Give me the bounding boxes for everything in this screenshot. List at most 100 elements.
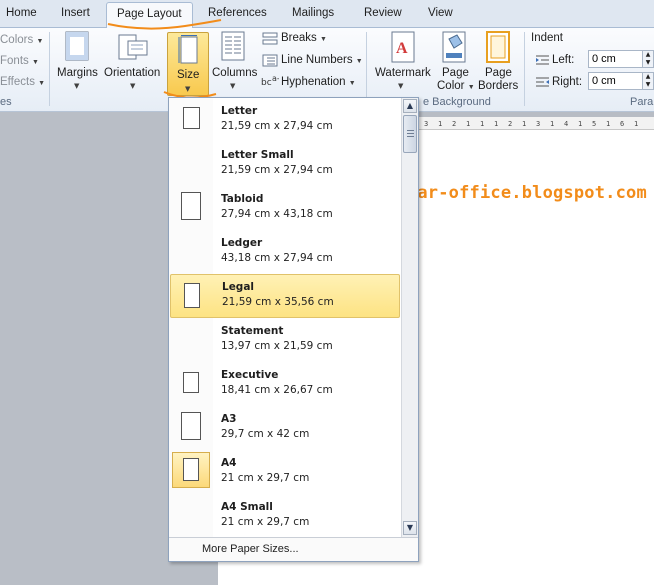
- breaks-icon: [262, 32, 278, 45]
- paper-size-dropdown: Letter 21,59 cm x 27,94 cm Letter Small …: [168, 97, 419, 562]
- ribbon-tab-bar: Home Insert Page Layout References Maili…: [0, 0, 654, 29]
- watermark-icon: A: [391, 31, 415, 63]
- paper-size-name: Executive: [221, 369, 279, 381]
- paper-icon: [183, 107, 200, 129]
- tab-view[interactable]: View: [428, 7, 453, 19]
- ruler-tick: 1: [550, 120, 555, 128]
- indent-right-label: Right:: [552, 76, 583, 88]
- indent-right-icon: [536, 77, 549, 87]
- theme-effects-button[interactable]: Effects ▼: [0, 76, 45, 88]
- margins-button[interactable]: Margins: [57, 67, 98, 79]
- theme-colors-button[interactable]: Colors ▼: [0, 34, 43, 46]
- paper-size-name: Letter: [221, 105, 258, 117]
- indent-right-spinner[interactable]: ▲ ▼: [642, 72, 654, 90]
- size-icon: [178, 35, 198, 64]
- themes-group-label: es: [0, 96, 12, 108]
- paper-size-name: Legal: [222, 281, 255, 293]
- paper-size-a4-small[interactable]: A4 Small 21 cm x 29,7 cm: [169, 494, 402, 538]
- breaks-button[interactable]: Breaks ▼: [281, 32, 327, 44]
- paper-size-name: Statement: [221, 325, 284, 337]
- menu-scrollbar[interactable]: ▲ ▼: [401, 98, 418, 537]
- svg-text:bc: bc: [261, 78, 272, 88]
- paper-size-name: Tabloid: [221, 193, 264, 205]
- indent-left-icon: [536, 55, 549, 65]
- scrollbar-thumb[interactable]: [403, 115, 417, 153]
- paper-size-name: A3: [221, 413, 237, 425]
- tab-mailings[interactable]: Mailings: [292, 7, 334, 19]
- tab-home[interactable]: Home: [6, 7, 37, 19]
- page-color-icon: [442, 31, 466, 63]
- paper-size-legal[interactable]: Legal 21,59 cm x 35,56 cm: [170, 274, 400, 318]
- columns-button[interactable]: Columns: [212, 67, 257, 79]
- ruler-tick: 1: [494, 120, 499, 128]
- paper-size-tabloid[interactable]: Tabloid 27,94 cm x 43,18 cm: [169, 186, 402, 230]
- ruler-tick: 6: [620, 120, 625, 128]
- paper-size-dims: 27,94 cm x 43,18 cm: [221, 208, 333, 220]
- ruler-tick: 1: [522, 120, 527, 128]
- paper-size-dims: 21,59 cm x 27,94 cm: [221, 164, 333, 176]
- tab-review[interactable]: Review: [364, 7, 402, 19]
- ruler-tick: 2: [508, 120, 513, 128]
- hyphenation-button[interactable]: Hyphenation ▼: [281, 76, 356, 88]
- paper-icon: [183, 458, 199, 481]
- theme-fonts-button[interactable]: Fonts ▼: [0, 55, 39, 67]
- svg-text:A: A: [396, 40, 408, 57]
- paper-size-dims: 21,59 cm x 27,94 cm: [221, 120, 333, 132]
- chevron-down-icon: ▼: [130, 82, 136, 90]
- paper-size-statement[interactable]: Statement 13,97 cm x 21,59 cm: [169, 318, 402, 362]
- chevron-down-icon: ▼: [398, 82, 404, 90]
- paper-size-letter-small[interactable]: Letter Small 21,59 cm x 27,94 cm: [169, 142, 402, 186]
- paper-size-a3[interactable]: A3 29,7 cm x 42 cm: [169, 406, 402, 450]
- paper-icon: [181, 412, 201, 440]
- page-color-button[interactable]: Page: [442, 67, 469, 79]
- paper-size-letter[interactable]: Letter 21,59 cm x 27,94 cm: [169, 98, 402, 142]
- ruler-tick: 4: [564, 120, 569, 128]
- page-borders-button[interactable]: Page: [485, 67, 512, 79]
- ruler-tick: 1: [438, 120, 443, 128]
- ruler-tick: 1: [606, 120, 611, 128]
- margins-icon: [65, 31, 89, 61]
- horizontal-ruler[interactable]: 3 1 2 1 1 1 2 1 3 1 4 1 5 1 6 1: [418, 117, 654, 130]
- page-background-group-label: e Background: [423, 96, 491, 108]
- annotation-underline-tab: [107, 19, 222, 30]
- line-numbers-icon: [262, 54, 278, 67]
- chevron-down-icon: ▼: [74, 82, 80, 90]
- menu-footer: More Paper Sizes...: [169, 537, 418, 561]
- paper-icon: [181, 192, 201, 220]
- columns-icon: [221, 31, 245, 61]
- page-borders-icon: [486, 31, 510, 63]
- paper-size-dims: 21 cm x 29,7 cm: [221, 516, 310, 528]
- scroll-up-icon[interactable]: ▲: [403, 99, 417, 113]
- paper-size-dims: 21 cm x 29,7 cm: [221, 472, 310, 484]
- more-paper-sizes-button[interactable]: More Paper Sizes...: [202, 543, 299, 555]
- indent-title: Indent: [531, 32, 563, 44]
- page-color-label: Color ▼: [437, 80, 475, 92]
- tab-insert[interactable]: Insert: [61, 7, 90, 19]
- watermark-button[interactable]: Watermark: [375, 67, 431, 79]
- paper-size-a4[interactable]: A4 21 cm x 29,7 cm: [169, 450, 402, 494]
- paper-size-name: A4 Small: [221, 501, 273, 513]
- paper-size-dims: 13,97 cm x 21,59 cm: [221, 340, 333, 352]
- paper-size-dims: 43,18 cm x 27,94 cm: [221, 252, 333, 264]
- scroll-down-icon[interactable]: ▼: [403, 521, 417, 535]
- paper-size-name: Letter Small: [221, 149, 294, 161]
- ruler-tick: 2: [452, 120, 457, 128]
- hyphenation-icon: bc a-: [261, 74, 279, 88]
- ruler-tick: 3: [536, 120, 541, 128]
- size-button[interactable]: Size ▼: [167, 32, 209, 96]
- paragraph-group-label: Para: [630, 96, 654, 108]
- group-separator: [49, 32, 50, 106]
- ruler-tick: 3: [424, 120, 429, 128]
- line-numbers-button[interactable]: Line Numbers ▼: [281, 54, 363, 66]
- indent-left-label: Left:: [552, 54, 575, 66]
- orientation-button[interactable]: Orientation: [104, 67, 160, 79]
- paper-size-executive[interactable]: Executive 18,41 cm x 26,67 cm: [169, 362, 402, 406]
- indent-left-spinner[interactable]: ▲ ▼: [642, 50, 654, 68]
- paper-size-name: A4: [221, 457, 237, 469]
- chevron-down-icon: ▼: [230, 82, 236, 90]
- paper-size-dims: 21,59 cm x 35,56 cm: [222, 296, 334, 308]
- paper-size-dims: 29,7 cm x 42 cm: [221, 428, 310, 440]
- orientation-icon: [118, 34, 148, 60]
- ruler-tick: 1: [578, 120, 583, 128]
- paper-size-ledger[interactable]: Ledger 43,18 cm x 27,94 cm: [169, 230, 402, 274]
